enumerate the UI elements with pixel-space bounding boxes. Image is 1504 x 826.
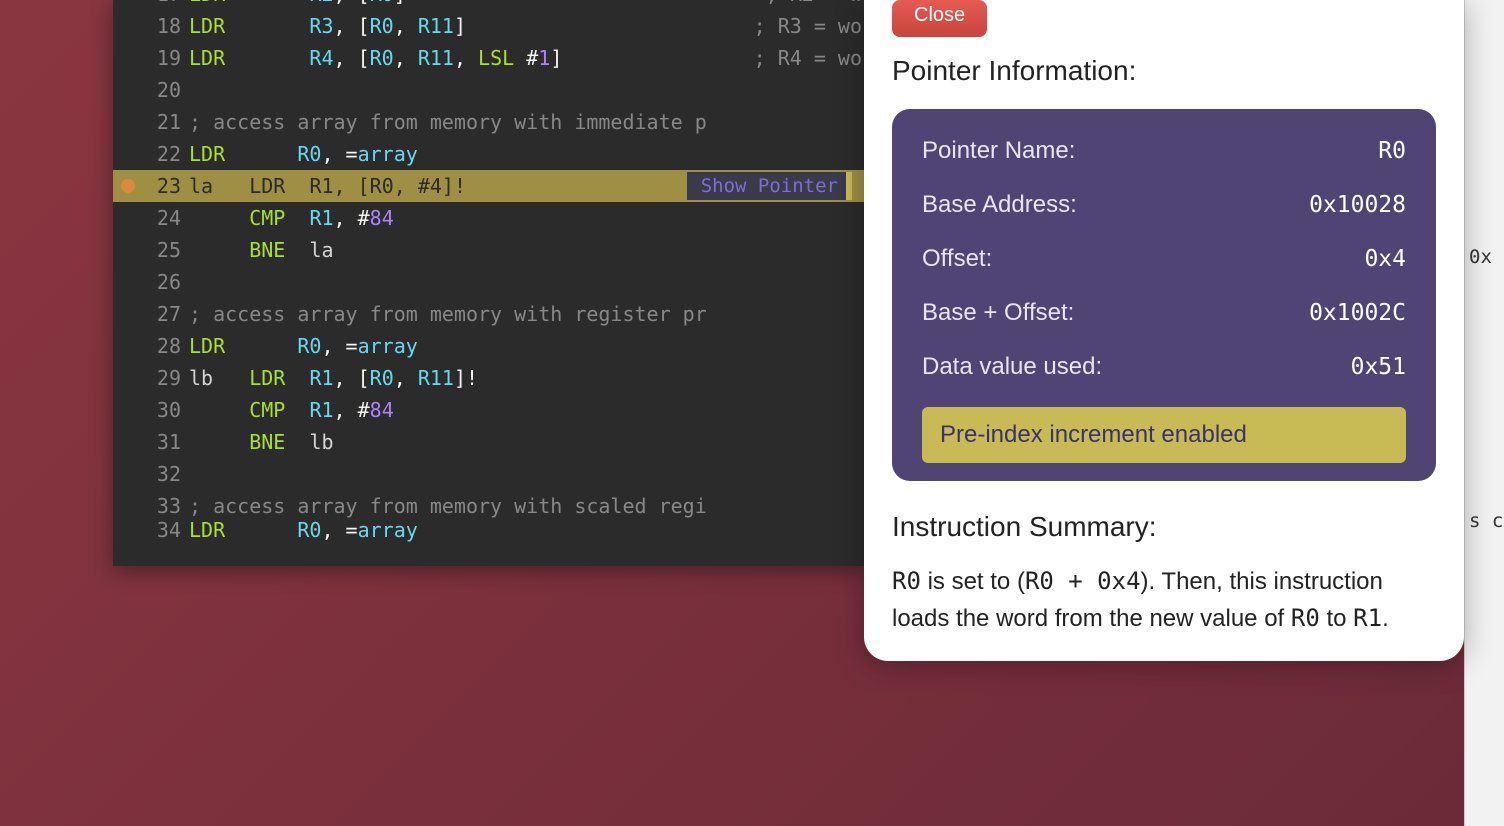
show-pointer-button[interactable]: Show Pointer — [687, 172, 852, 200]
pointer-row-value: R0 — [1378, 138, 1406, 164]
code-line[interactable]: 21 ; access array from memory with immedi… — [113, 106, 868, 138]
pointer-row-label: Base Address: — [922, 191, 1077, 219]
pointer-row-value: 0x10028 — [1309, 192, 1406, 218]
code-line[interactable]: 34LDR R0, =array — [113, 522, 868, 538]
pointer-info-panel: Close Pointer Information: Pointer Name:… — [864, 0, 1464, 661]
line-number: 33 — [139, 494, 181, 518]
code-line[interactable]: 20 — [113, 74, 868, 106]
code-content: ; access array from memory with immediat… — [189, 110, 707, 134]
code-editor[interactable]: 17 LDR R2, [R0] ; R2 = w 18 LDR R3, [R0, R11… — [113, 0, 868, 566]
code-content: ; access array from memory with scaled r… — [189, 494, 707, 518]
line-number: 22 — [139, 142, 181, 166]
code-line[interactable]: 31 BNE lb — [113, 426, 868, 458]
code-content: LDR R2, [R0] — [189, 0, 406, 6]
code-content: LDR R0, =array — [189, 334, 418, 358]
pointer-info-title: Pointer Information: — [892, 55, 1436, 87]
code-content: LDR R3, [R0, R11] — [189, 14, 466, 38]
line-number: 34 — [139, 518, 181, 542]
pointer-row-label: Pointer Name: — [922, 137, 1075, 165]
code-content: la LDR R1, [R0, #4]! — [189, 174, 466, 198]
code-line[interactable]: 29 lb LDR R1, [R0, R11]! — [113, 362, 868, 394]
line-number: 23 — [139, 174, 181, 198]
code-line[interactable]: 22 LDR R0, =array — [113, 138, 868, 170]
line-number: 18 — [139, 14, 181, 38]
line-number: 27 — [139, 302, 181, 326]
pointer-row-label: Data value used: — [922, 353, 1102, 381]
code-line[interactable]: 32 — [113, 458, 868, 490]
code-content: ; access array from memory with register… — [189, 302, 707, 326]
pointer-info-row: Base + Offset: 0x1002C — [922, 299, 1406, 327]
pointer-info-row: Data value used: 0x51 — [922, 353, 1406, 381]
pointer-row-value: 0x51 — [1351, 354, 1406, 380]
code-line[interactable]: 18 LDR R3, [R0, R11] ; R3 = wo — [113, 10, 868, 42]
code-line[interactable]: 17 LDR R2, [R0] ; R2 = w — [113, 0, 868, 10]
code-content: CMP R1, #84 — [189, 206, 394, 230]
code-comment: ; R4 = wo — [754, 46, 862, 70]
line-number: 26 — [139, 270, 181, 294]
pointer-info-row: Pointer Name: R0 — [922, 137, 1406, 165]
code-line[interactable]: 27 ; access array from memory with regist… — [113, 298, 868, 330]
code-comment: ; R2 = w — [766, 0, 862, 6]
code-content: LDR R4, [R0, R11, LSL #1] — [189, 46, 562, 70]
pointer-info-row: Offset: 0x4 — [922, 245, 1406, 273]
line-number: 20 — [139, 78, 181, 102]
pointer-info-row: Base Address: 0x10028 — [922, 191, 1406, 219]
code-content: LDR R0, =array — [189, 518, 418, 542]
line-number: 29 — [139, 366, 181, 390]
line-number: 25 — [139, 238, 181, 262]
pointer-row-value: 0x4 — [1364, 246, 1406, 272]
code-line[interactable]: 19 LDR R4, [R0, R11, LSL #1] ; R4 = wo — [113, 42, 868, 74]
line-number: 24 — [139, 206, 181, 230]
code-line[interactable]: 26 — [113, 266, 868, 298]
line-number: 19 — [139, 46, 181, 70]
instruction-summary-title: Instruction Summary: — [892, 511, 1436, 543]
line-number: 21 — [139, 110, 181, 134]
code-line[interactable]: 28 LDR R0, =array — [113, 330, 868, 362]
code-content: CMP R1, #84 — [189, 398, 394, 422]
pointer-row-label: Base + Offset: — [922, 299, 1074, 327]
right-strip-text: s c — [1469, 510, 1503, 532]
instruction-summary-text: R0 is set to (R0 + 0x4). Then, this inst… — [892, 563, 1436, 637]
code-content: BNE lb — [189, 430, 334, 454]
line-number: 30 — [139, 398, 181, 422]
pointer-card: Pointer Name: R0 Base Address: 0x10028 Offse… — [892, 109, 1436, 481]
code-content: BNE la — [189, 238, 334, 262]
pointer-row-value: 0x1002C — [1309, 300, 1406, 326]
code-content: LDR R0, =array — [189, 142, 418, 166]
line-number: 31 — [139, 430, 181, 454]
line-number: 17 — [139, 0, 181, 6]
code-line[interactable]: 25 BNE la — [113, 234, 868, 266]
right-strip-text: 0x — [1469, 246, 1492, 268]
code-line[interactable]: 23 la LDR R1, [R0, #4]! Show Pointer — [113, 170, 868, 202]
pointer-row-label: Offset: — [922, 245, 992, 273]
breakpoint-icon[interactable] — [121, 179, 135, 193]
line-number: 32 — [139, 462, 181, 486]
code-comment: ; R3 = wo — [754, 14, 862, 38]
code-line[interactable]: 24 CMP R1, #84 — [113, 202, 868, 234]
right-sidebar: 0x s c — [1464, 0, 1504, 826]
preindex-badge: Pre-index increment enabled — [922, 407, 1406, 463]
code-line[interactable]: 30 CMP R1, #84 — [113, 394, 868, 426]
line-number: 28 — [139, 334, 181, 358]
close-button[interactable]: Close — [892, 0, 987, 37]
code-content: lb LDR R1, [R0, R11]! — [189, 366, 478, 390]
